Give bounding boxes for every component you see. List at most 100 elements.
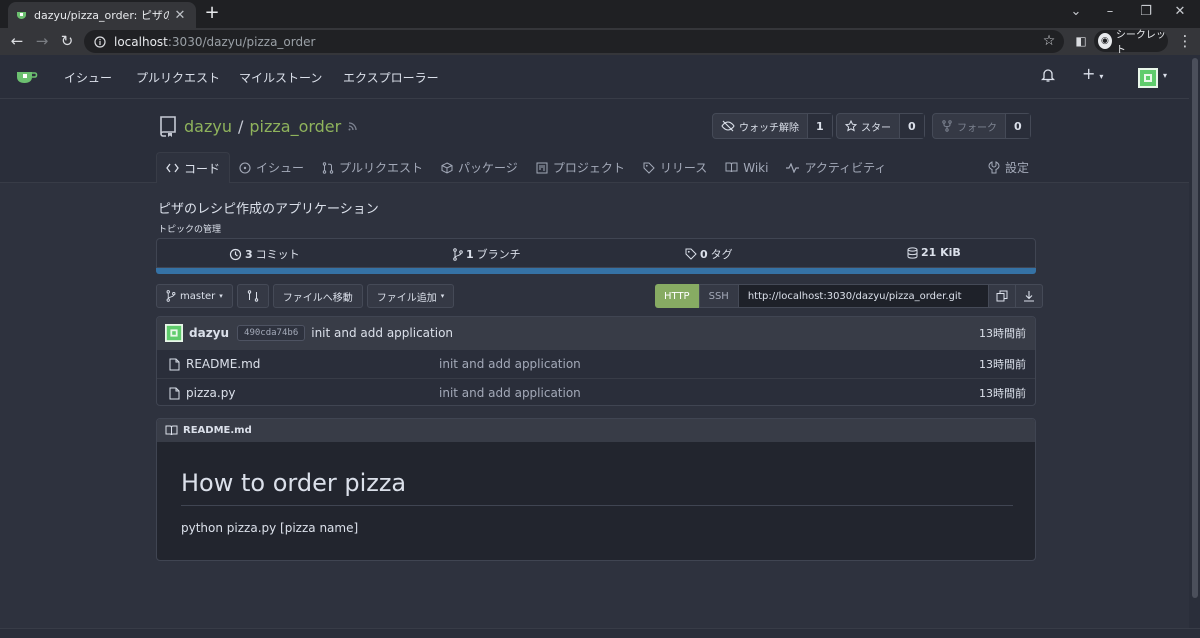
latest-commit-row: dazyu 490cda74b6 init and add applicatio… — [157, 317, 1035, 349]
issue-icon — [239, 161, 251, 174]
fork-count[interactable]: 0 — [1005, 114, 1030, 138]
site-info-icon[interactable] — [94, 35, 106, 48]
tab-issues-label: イシュー — [256, 161, 305, 175]
file-name-label: pizza.py — [186, 386, 236, 400]
star-icon — [845, 120, 857, 132]
address-bar[interactable]: localhost:3030/dazyu/pizza_order — [84, 30, 1064, 53]
tags-label: タグ — [710, 248, 733, 261]
manage-topics-link[interactable]: トピックの管理 — [158, 222, 221, 235]
branches-stat[interactable]: 1 ブランチ — [453, 246, 521, 262]
gitea-navbar: イシュー プルリクエスト マイルストーン エクスプローラー + ▾ ▾ — [0, 55, 1200, 99]
create-new-button[interactable]: + ▾ — [1082, 64, 1103, 83]
copy-url-button[interactable] — [987, 284, 1016, 308]
create-new-plus: + — [1082, 64, 1096, 83]
repo-icon — [158, 115, 178, 137]
nav-milestones-link[interactable]: マイルストーン — [239, 69, 322, 86]
file-icon — [169, 387, 180, 400]
branch-name: master — [180, 290, 216, 302]
user-avatar[interactable] — [1138, 68, 1158, 88]
repo-name-link[interactable]: pizza_order — [249, 117, 341, 136]
tags-count: 0 — [700, 247, 708, 261]
tab-issues[interactable]: イシュー — [230, 152, 313, 183]
tab-settings[interactable]: 設定 — [988, 152, 1029, 183]
compare-button[interactable] — [236, 284, 269, 308]
repo-owner-link[interactable]: dazyu — [184, 117, 232, 136]
tab-packages[interactable]: パッケージ — [432, 152, 527, 183]
minimize-button[interactable]: – — [1100, 4, 1120, 19]
download-button[interactable] — [1014, 284, 1043, 308]
incognito-profile-button[interactable]: ◉ シークレット — [1094, 30, 1168, 56]
commit-message[interactable]: init and add application — [311, 326, 453, 340]
book-icon — [725, 162, 738, 173]
browser-menu-icon[interactable]: ⋮ — [1176, 32, 1194, 50]
http-clone-tab[interactable]: HTTP — [655, 284, 699, 308]
scrollbar-thumb[interactable] — [1192, 58, 1198, 598]
add-file-dropdown[interactable]: ファイル追加 ▾ — [366, 284, 455, 308]
file-name[interactable]: pizza.py — [169, 386, 235, 400]
go-to-file-button[interactable]: ファイルへ移動 — [272, 284, 363, 308]
commit-author[interactable]: dazyu — [189, 326, 229, 340]
star-label: スター — [861, 122, 891, 134]
commit-sha[interactable]: 490cda74b6 — [237, 325, 306, 341]
commit-author-avatar[interactable] — [165, 324, 183, 342]
commits-stat[interactable]: 3 コミット — [229, 246, 300, 262]
maximize-button[interactable]: ❐ — [1136, 4, 1156, 19]
page-footer — [0, 628, 1200, 638]
watch-count[interactable]: 1 — [807, 114, 832, 138]
side-panel-icon[interactable]: ◧ — [1072, 32, 1090, 50]
back-arrow-icon[interactable]: ← — [8, 32, 26, 50]
unwatch-button[interactable]: ウォッチ解除 — [713, 114, 807, 138]
bookmark-star-icon[interactable]: ☆ — [1040, 32, 1058, 50]
star-button[interactable]: スター — [837, 114, 899, 138]
tab-activity[interactable]: アクティビティ — [777, 152, 895, 183]
nav-issues-link[interactable]: イシュー — [64, 69, 112, 86]
file-name-label: README.md — [186, 357, 261, 371]
branch-selector[interactable]: master ▾ — [156, 284, 233, 308]
tab-pulls[interactable]: プルリクエスト — [313, 152, 432, 183]
fork-label: フォーク — [957, 122, 997, 134]
fork-button[interactable]: フォーク — [933, 114, 1005, 138]
notifications-bell-icon[interactable] — [1041, 67, 1055, 83]
rss-feed-icon[interactable] — [347, 120, 359, 132]
file-commit-message[interactable]: init and add application — [439, 357, 581, 371]
readme-filename[interactable]: README.md — [183, 425, 252, 436]
tab-releases[interactable]: リリース — [634, 152, 716, 183]
language-bar[interactable] — [156, 268, 1036, 274]
gitea-logo-icon[interactable] — [16, 67, 38, 85]
tab-activity-label: アクティビティ — [804, 161, 887, 175]
close-window-button[interactable]: ✕ — [1170, 4, 1190, 19]
dropdown-caret-icon: ▾ — [219, 292, 223, 300]
commit-time: 13時間前 — [979, 327, 1026, 340]
file-row[interactable]: pizza.py init and add application 13時間前 — [157, 378, 1035, 405]
user-menu-caret-icon[interactable]: ▾ — [1163, 71, 1167, 80]
browser-tab[interactable]: dazyu/pizza_order: ピザのレシピ作成のアプリケーション ✕ — [8, 2, 196, 28]
new-tab-button[interactable]: + — [202, 4, 222, 24]
tab-search-icon[interactable]: ⌄ — [1066, 4, 1086, 19]
file-commit-message[interactable]: init and add application — [439, 386, 581, 400]
create-dropdown-caret-icon: ▾ — [1099, 72, 1104, 81]
tab-projects[interactable]: プロジェクト — [527, 152, 634, 183]
repo-path-separator: / — [237, 116, 244, 136]
forward-arrow-icon[interactable]: → — [33, 32, 51, 50]
close-tab-icon[interactable]: ✕ — [175, 8, 188, 23]
file-name[interactable]: README.md — [169, 357, 260, 371]
ssh-clone-tab[interactable]: SSH — [698, 284, 739, 308]
clone-url-input[interactable]: http://localhost:3030/dazyu/pizza_order.… — [738, 284, 989, 308]
fork-button-group: フォーク 0 — [932, 113, 1031, 139]
reload-icon[interactable]: ↻ — [58, 32, 76, 50]
nav-explore-link[interactable]: エクスプローラー — [343, 69, 439, 86]
project-icon — [536, 162, 548, 174]
go-to-file-label: ファイルへ移動 — [282, 292, 353, 304]
eye-closed-icon — [721, 120, 735, 132]
browser-tab-strip: dazyu/pizza_order: ピザのレシピ作成のアプリケーション ✕ +… — [0, 0, 1200, 28]
file-toolbar: master ▾ ファイルへ移動 ファイル追加 ▾ — [156, 284, 455, 308]
tags-stat[interactable]: 0 タグ — [685, 246, 733, 262]
tab-code[interactable]: コード — [156, 152, 231, 183]
file-row[interactable]: README.md init and add application 13時間前 — [157, 349, 1035, 378]
tab-releases-label: リリース — [659, 161, 708, 175]
tab-wiki[interactable]: Wiki — [716, 152, 777, 183]
tool-icon — [988, 161, 1000, 174]
star-count[interactable]: 0 — [899, 114, 924, 138]
nav-pulls-link[interactable]: プルリクエスト — [136, 69, 220, 86]
file-commit-time: 13時間前 — [979, 358, 1026, 371]
